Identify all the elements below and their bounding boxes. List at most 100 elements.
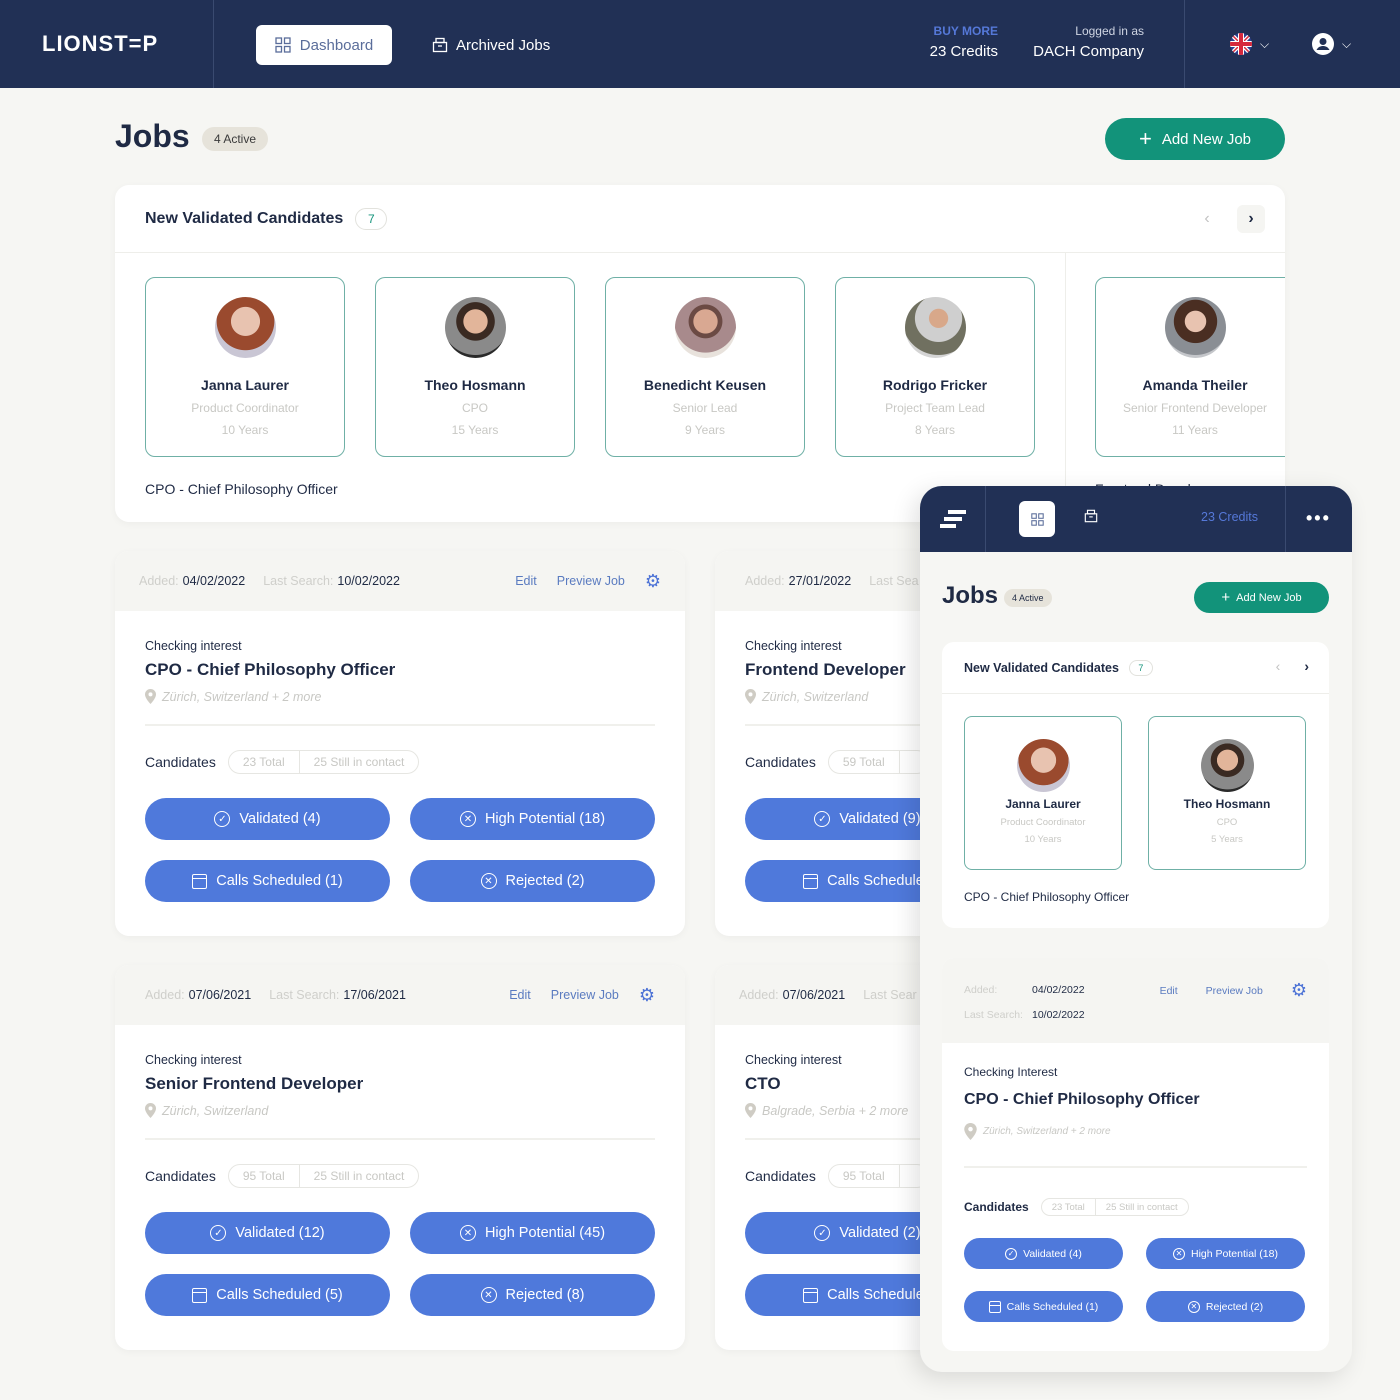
candidates-summary: Candidates 95 Total 25 Still in contact <box>145 1164 655 1188</box>
plus-icon: + <box>1138 126 1152 151</box>
last-search-date: 10/02/2022 <box>337 574 400 588</box>
candidate-card[interactable]: Rodrigo Fricker Project Team Lead 8 Year… <box>835 277 1035 457</box>
candidate-role: Senior Frontend Developer <box>1122 401 1268 415</box>
job-title[interactable]: CPO - Chief Philosophy Officer <box>145 660 655 680</box>
candidate-card[interactable]: Janna Laurer Product Coordinator 10 Year… <box>145 277 345 457</box>
preview-job-link[interactable]: Preview Job <box>551 988 619 1002</box>
edit-link[interactable]: Edit <box>1160 985 1178 997</box>
job-status: Checking Interest <box>964 1065 1058 1079</box>
panel-header: New Validated Candidates 7 ‹ › <box>942 642 1329 694</box>
chevron-right-icon[interactable]: › <box>1304 658 1309 674</box>
x-circle-icon: ✕ <box>480 1287 497 1303</box>
mobile-nav-archived[interactable] <box>1084 509 1098 528</box>
x-circle-icon: ✕ <box>459 811 476 827</box>
job-card-header: Added: 07/06/2021 Last Search: 17/06/202… <box>115 965 685 1025</box>
high-potential-button[interactable]: ✕ High Potential (45) <box>410 1212 655 1254</box>
edit-link[interactable]: Edit <box>509 988 531 1002</box>
candidate-experience: 8 Years <box>914 423 956 437</box>
edit-link[interactable]: Edit <box>515 574 537 588</box>
job-card-body: Checking Interest CPO - Chief Philosophy… <box>942 1043 1329 1322</box>
avatar <box>1016 739 1070 792</box>
candidate-card[interactable]: Theo Hosmann CPO 5 Years <box>1148 716 1306 870</box>
status-buttons: ✓ Validated (12) ✕ High Potential (45) Cal… <box>145 1212 655 1316</box>
check-circle-icon: ✓ <box>814 1225 831 1241</box>
calls-scheduled-label: Calls Scheduled <box>827 873 932 889</box>
last-search-label: Last Sea <box>869 574 919 588</box>
candidate-card[interactable]: Benedicht Keusen Senior Lead 9 Years <box>605 277 805 457</box>
rejected-button[interactable]: ✕ Rejected (2) <box>410 860 655 902</box>
calls-scheduled-button[interactable]: Calls Scheduled (5) <box>145 1274 390 1316</box>
check-circle-icon: ✓ <box>1005 1247 1018 1260</box>
added-date: 04/02/2022 <box>1032 984 1085 996</box>
mobile-active-badge: 4 Active <box>1004 589 1052 607</box>
high-potential-label: High Potential (18) <box>484 811 606 827</box>
carousel-prev-button[interactable]: ‹ <box>1193 205 1221 233</box>
job-actions: Edit Preview Job ⚙ <box>515 551 661 611</box>
mobile-credits[interactable]: 23 Credits <box>1201 510 1258 524</box>
job-title[interactable]: CPO - Chief Philosophy Officer <box>964 1091 1307 1109</box>
logged-in-label: Logged in as <box>1075 24 1144 38</box>
candidate-card[interactable]: Amanda Theiler Senior Frontend Developer… <box>1095 277 1285 457</box>
nav-dashboard-label: Dashboard <box>299 36 374 54</box>
location-pin-icon <box>745 1103 756 1118</box>
rejected-button[interactable]: ✕ Rejected (2) <box>1146 1291 1305 1322</box>
grid-icon <box>275 37 291 53</box>
candidate-card[interactable]: Janna Laurer Product Coordinator 10 Year… <box>964 716 1122 870</box>
chevron-left-icon[interactable]: ‹ <box>1276 658 1281 674</box>
lionstep-mark-icon <box>939 510 966 528</box>
preview-job-link[interactable]: Preview Job <box>1206 985 1263 997</box>
language-selector[interactable]: ⌵ <box>1230 33 1269 55</box>
rejected-label: Rejected (8) <box>505 1287 585 1303</box>
add-new-job-button[interactable]: + Add New Job <box>1105 118 1285 160</box>
gear-icon[interactable]: ⚙ <box>645 571 661 592</box>
calls-scheduled-label: Calls Scheduled <box>827 1287 932 1303</box>
divider <box>145 1138 655 1140</box>
chevron-left-icon: ‹ <box>1204 210 1210 227</box>
mobile-preview: 23 Credits ••• Jobs 4 Active + Add New J… <box>920 486 1352 1372</box>
nav-archived-label: Archived Jobs <box>456 36 551 54</box>
nav-archived-jobs[interactable]: Archived Jobs <box>432 25 550 65</box>
calls-scheduled-button[interactable]: Calls Scheduled (1) <box>964 1291 1123 1322</box>
nav-dashboard[interactable]: Dashboard <box>256 25 392 65</box>
gear-icon[interactable]: ⚙ <box>639 985 655 1006</box>
gear-icon[interactable]: ⚙ <box>1291 980 1307 1001</box>
validated-button[interactable]: ✓ Validated (4) <box>145 798 390 840</box>
validated-button[interactable]: ✓ Validated (12) <box>145 1212 390 1254</box>
buy-more-link[interactable]: BUY MORE <box>930 24 998 38</box>
mobile-nav-dashboard[interactable] <box>1019 501 1055 537</box>
panel-header: New Validated Candidates 7 <box>115 185 1285 253</box>
in-contact-candidates: 25 Still in contact <box>298 1165 419 1187</box>
more-options-icon[interactable]: ••• <box>1306 508 1331 529</box>
candidate-stats: 95 Total 25 Still in contact <box>227 1164 420 1188</box>
user-menu[interactable]: ⌵ <box>1312 33 1351 55</box>
lionstep-logo[interactable]: LIONST=P <box>0 0 214 88</box>
rejected-button[interactable]: ✕ Rejected (8) <box>410 1274 655 1316</box>
preview-job-link[interactable]: Preview Job <box>557 574 625 588</box>
high-potential-label: High Potential (18) <box>1191 1247 1278 1260</box>
high-potential-button[interactable]: ✕ High Potential (18) <box>1146 1238 1305 1269</box>
avatar <box>214 297 276 358</box>
last-search-label: Last Search: <box>964 1009 1023 1021</box>
mobile-logo[interactable] <box>920 486 986 552</box>
job-actions: Edit Preview Job ⚙ <box>1160 980 1307 1001</box>
validated-label: Validated (9) <box>839 811 921 827</box>
calendar-icon <box>803 873 819 889</box>
validated-button[interactable]: ✓ Validated (4) <box>964 1238 1123 1269</box>
candidate-card[interactable]: Theo Hosmann CPO 15 Years <box>375 277 575 457</box>
chevron-right-icon: › <box>1248 210 1254 227</box>
location-pin-icon <box>964 1123 977 1140</box>
user-icon <box>1312 33 1334 55</box>
calls-scheduled-button[interactable]: Calls Scheduled (1) <box>145 860 390 902</box>
carousel-arrows: ‹ › <box>1276 658 1309 674</box>
job-location: Zürich, Switzerland <box>145 1103 655 1118</box>
carousel-next-button[interactable]: › <box>1237 205 1265 233</box>
header-divider <box>1184 0 1185 88</box>
added-date: 07/06/2021 <box>782 988 846 1002</box>
candidates-label: Candidates <box>145 754 216 770</box>
job-title[interactable]: Senior Frontend Developer <box>145 1074 655 1094</box>
last-search-label: Last Search: <box>269 988 340 1002</box>
mobile-add-new-job-button[interactable]: + Add New Job <box>1194 582 1329 613</box>
job-card-body: Checking interest CPO - Chief Philosophy… <box>115 611 685 902</box>
avatar <box>1200 739 1254 792</box>
high-potential-button[interactable]: ✕ High Potential (18) <box>410 798 655 840</box>
